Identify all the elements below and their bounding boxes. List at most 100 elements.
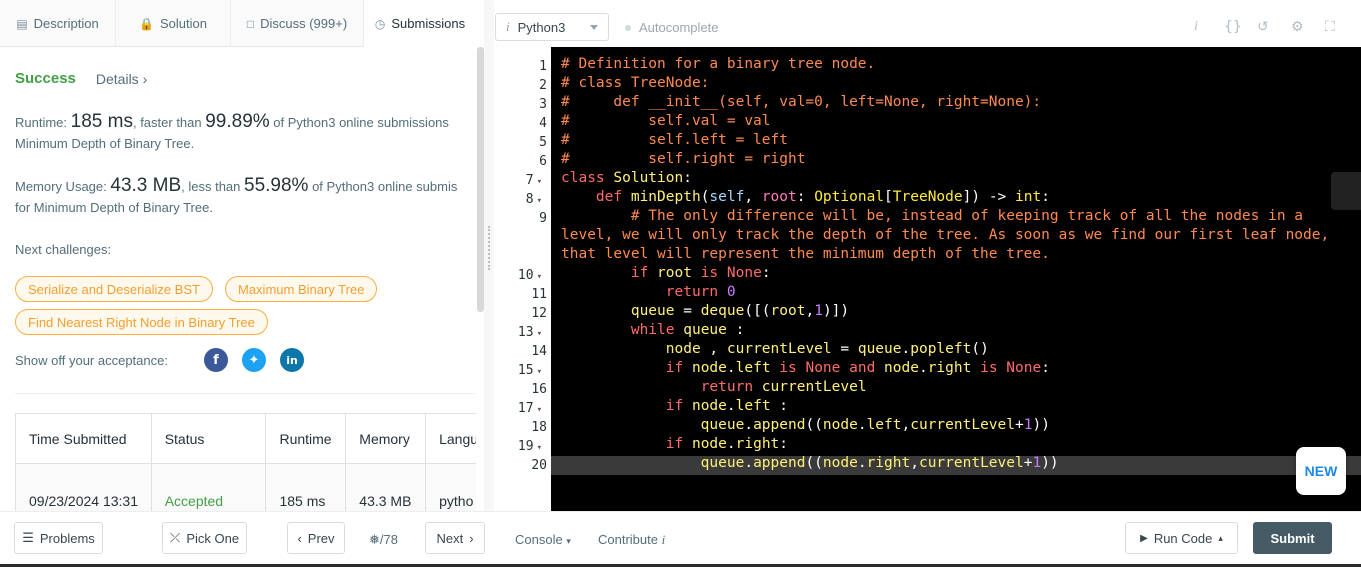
line-number-fold[interactable]: 13 ▾ xyxy=(489,325,542,340)
bottom-bar: ☰ Problems ⤫ Pick One ‹ Prev ❅/78 Next ›… xyxy=(0,511,1361,567)
submit-button[interactable]: Submit xyxy=(1253,522,1332,554)
splitter-handle[interactable] xyxy=(488,226,490,270)
chevron-right-icon: › xyxy=(469,530,474,546)
code-line[interactable]: # self.left = left xyxy=(561,132,788,148)
next-challenges-label: Next challenges: xyxy=(15,242,112,257)
code-line[interactable]: node , currentLevel = queue.popleft() xyxy=(561,341,989,357)
play-icon: ▶ xyxy=(1140,532,1148,544)
tab-submissions[interactable]: ◷ Submissions xyxy=(364,0,476,47)
line-number-fold[interactable]: 8 ▾ xyxy=(489,192,542,207)
table-row[interactable]: 09/23/2024 13:31 Accepted 185 ms 43.3 MB… xyxy=(16,464,476,511)
editor-toolbar: i Python3 Autocomplete i {} ↺ ⚙ ⛶ xyxy=(494,8,1361,46)
line-number: 6 xyxy=(539,154,547,169)
code-line[interactable]: # class TreeNode: xyxy=(561,75,709,91)
code-line[interactable]: level, we will only track the depth of t… xyxy=(561,227,1329,243)
code-line[interactable]: if node.left : xyxy=(561,398,788,414)
contribute-link[interactable]: Contribute i xyxy=(598,532,665,548)
header-cell: Status xyxy=(151,414,267,464)
next-button[interactable]: Next › xyxy=(425,522,485,554)
runtime-percent: 99.89% xyxy=(205,111,270,132)
left-panel: ▤ Description 🔒 Solution □ Discuss (999+… xyxy=(0,0,476,511)
facebook-icon[interactable]: f xyxy=(204,348,228,372)
language-select[interactable]: i Python3 xyxy=(495,13,609,41)
tab-label: Description xyxy=(33,16,99,31)
code-line[interactable]: # self.right = right xyxy=(561,151,805,167)
runtime-stat: Runtime: 185 ms, faster than 99.89% of P… xyxy=(15,111,449,151)
fullscreen-icon[interactable]: ⛶ xyxy=(1325,19,1335,35)
console-toggle[interactable]: Console ▾ xyxy=(515,532,571,547)
linkedin-icon[interactable]: in xyxy=(280,348,304,372)
pick-one-button[interactable]: ⤫ Pick One xyxy=(162,522,247,554)
fold-icon: ▾ xyxy=(536,367,542,377)
line-number: 20 xyxy=(531,458,547,473)
line-number-fold[interactable]: 10 ▾ xyxy=(489,268,542,283)
success-status: Success xyxy=(15,70,76,87)
memory-cell: 43.3 MB xyxy=(346,464,427,511)
runtime-cell: 185 ms xyxy=(266,464,347,511)
chevron-left-icon: ‹ xyxy=(297,530,302,546)
line-number-fold[interactable]: 7 ▾ xyxy=(489,173,542,188)
line-number-fold[interactable]: 17 ▾ xyxy=(489,401,542,416)
code-line[interactable]: class Solution: xyxy=(561,170,692,186)
details-link[interactable]: Details › xyxy=(96,71,147,87)
share-label: Show off your acceptance: xyxy=(15,353,168,368)
memory-percent: 55.98% xyxy=(244,175,309,196)
chevron-up-icon: ▴ xyxy=(1218,532,1223,543)
line-number-fold[interactable]: 19 ▾ xyxy=(489,439,542,454)
line-number: 3 xyxy=(539,97,547,112)
memory-value: 43.3 MB xyxy=(110,175,182,196)
run-code-button[interactable]: ▶ Run Code ▴ xyxy=(1125,522,1238,554)
tab-discuss[interactable]: □ Discuss (999+) xyxy=(231,0,364,47)
code-line[interactable]: queue = deque([(root,1)]) xyxy=(561,303,849,319)
tab-solution[interactable]: 🔒 Solution xyxy=(116,0,231,47)
challenge-chip[interactable]: Serialize and Deserialize BST xyxy=(15,276,213,302)
side-panel-toggle[interactable] xyxy=(1331,172,1361,210)
line-number: 14 xyxy=(531,344,547,359)
line-number-fold[interactable]: 15 ▾ xyxy=(489,363,542,378)
problems-button[interactable]: ☰ Problems xyxy=(14,522,103,554)
left-scrollbar[interactable] xyxy=(477,47,484,312)
code-line[interactable]: # self.val = val xyxy=(561,113,771,129)
code-line[interactable]: if node.right: xyxy=(561,436,788,452)
code-line[interactable]: # def __init__(self, val=0, left=None, r… xyxy=(561,94,1041,110)
status-cell[interactable]: Accepted xyxy=(151,464,267,511)
info-icon[interactable]: i xyxy=(1194,19,1198,35)
code-line[interactable]: # Definition for a binary tree node. xyxy=(561,56,875,72)
prev-button[interactable]: ‹ Prev xyxy=(287,522,345,554)
code-line[interactable]: return 0 xyxy=(561,284,736,300)
divider xyxy=(15,393,475,394)
code-line[interactable]: while queue : xyxy=(561,322,745,338)
lock-icon: 🔒 xyxy=(139,16,154,31)
code-editor[interactable]: # Definition for a binary tree node. # cl… xyxy=(551,47,1361,511)
line-number: 18 xyxy=(531,420,547,435)
settings-icon[interactable]: ⚙ xyxy=(1291,19,1304,35)
code-line[interactable]: def minDepth(self, root: Optional[TreeNo… xyxy=(561,189,1050,205)
twitter-icon[interactable]: ✦ xyxy=(242,348,266,372)
document-icon: ▤ xyxy=(16,16,28,31)
code-line[interactable]: that level will represent the minimum de… xyxy=(561,246,1050,262)
line-number: 4 xyxy=(539,116,547,131)
toggle-dot-icon xyxy=(625,24,631,31)
leetcode-workspace: ▤ Description 🔒 Solution □ Discuss (999+… xyxy=(0,0,1361,567)
line-number: 12 xyxy=(531,306,547,321)
chevron-down-icon: ▾ xyxy=(566,536,571,546)
code-line[interactable]: return currentLevel xyxy=(561,379,867,395)
code-line[interactable]: queue.append((node.right,currentLevel+1)… xyxy=(561,455,1059,471)
code-line[interactable]: queue.append((node.left,currentLevel+1)) xyxy=(561,417,1050,433)
page-counter: ❅/78 xyxy=(369,532,398,547)
autocomplete-toggle[interactable]: Autocomplete xyxy=(625,20,719,35)
challenge-chip[interactable]: Maximum Binary Tree xyxy=(225,276,378,302)
braces-icon[interactable]: {} xyxy=(1224,19,1242,35)
code-line[interactable]: if node.left is None and node.right is N… xyxy=(561,360,1050,376)
tab-label: Discuss (999+) xyxy=(260,16,348,31)
reset-icon[interactable]: ↺ xyxy=(1257,19,1269,35)
code-line[interactable]: if root is None: xyxy=(561,265,771,281)
tab-description[interactable]: ▤ Description xyxy=(0,0,116,47)
code-line[interactable]: # The only difference will be, instead o… xyxy=(561,208,1303,224)
chevron-down-icon xyxy=(590,25,598,30)
new-badge[interactable]: NEW xyxy=(1296,447,1346,495)
chat-icon: □ xyxy=(246,16,255,31)
challenge-chip[interactable]: Find Nearest Right Node in Binary Tree xyxy=(15,309,268,335)
info-icon: i xyxy=(506,19,510,34)
result-header: Success Details › xyxy=(15,70,147,87)
